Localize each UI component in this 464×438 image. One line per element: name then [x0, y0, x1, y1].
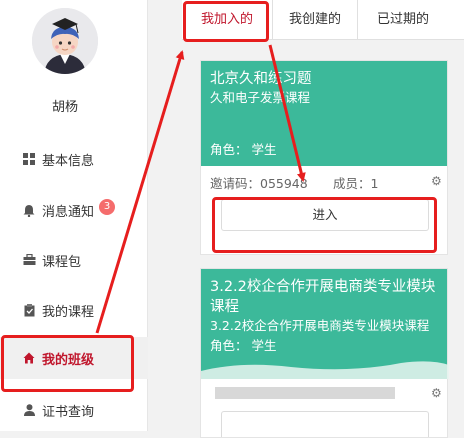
annotation-arrows — [95, 44, 306, 334]
